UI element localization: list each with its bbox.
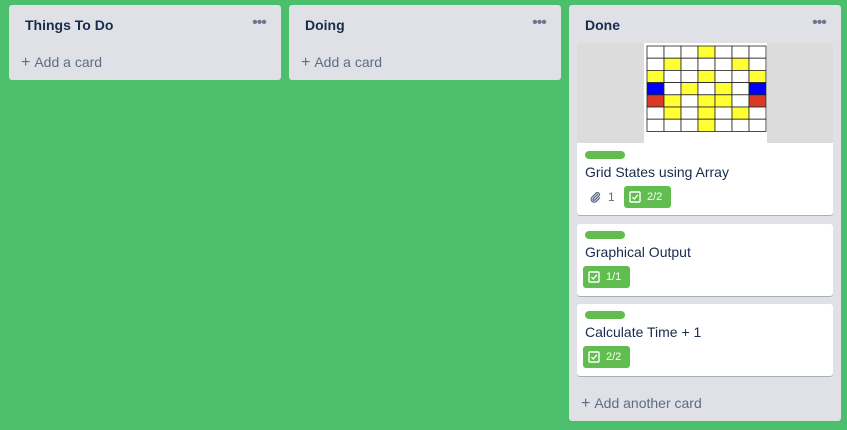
grid-cell	[714, 106, 733, 120]
checklist-count: 2/2	[647, 191, 663, 203]
grid-cell	[748, 118, 767, 132]
grid-cell	[714, 45, 733, 59]
add-card-label: Add a card	[34, 54, 103, 70]
grid-cell	[748, 57, 767, 71]
grid-cell	[646, 106, 665, 120]
grid-cell	[663, 69, 682, 83]
plus-icon: +	[21, 54, 31, 71]
card-title: Graphical Output	[585, 244, 691, 260]
cover-image	[644, 43, 767, 143]
list-things-to-do: Things To Do ••• + Add a card	[9, 5, 281, 80]
list-doing: Doing ••• + Add a card	[289, 5, 561, 80]
grid-cell	[714, 94, 733, 108]
plus-icon: +	[581, 395, 591, 412]
grid-cell	[646, 57, 665, 71]
grid-cell	[680, 118, 699, 132]
attachment-badge: 1	[585, 186, 621, 208]
card-cover	[577, 43, 833, 143]
grid-cell	[663, 82, 682, 96]
list-title[interactable]: Doing	[305, 17, 345, 33]
grid-cell	[697, 118, 716, 132]
grid-states-image	[646, 45, 767, 132]
grid-cell	[663, 94, 682, 108]
list-header: Doing •••	[289, 5, 561, 45]
grid-cell	[731, 118, 750, 132]
grid-cell	[680, 106, 699, 120]
add-card-button[interactable]: + Add a card	[21, 50, 273, 74]
card-label[interactable]	[585, 311, 625, 319]
card-calculate-time[interactable]: Calculate Time + 1 2/2	[577, 304, 833, 376]
grid-cell	[697, 106, 716, 120]
grid-cell	[748, 94, 767, 108]
grid-cell	[731, 57, 750, 71]
grid-cell	[731, 106, 750, 120]
grid-cell	[697, 69, 716, 83]
checklist-badge: 2/2	[583, 346, 630, 368]
grid-cell	[663, 106, 682, 120]
grid-cell	[646, 118, 665, 132]
checklist-count: 1/1	[606, 271, 622, 283]
grid-cell	[646, 45, 665, 59]
grid-cell	[663, 45, 682, 59]
list-header: Things To Do •••	[9, 5, 281, 45]
card-title: Grid States using Array	[585, 164, 729, 180]
list-done: Done ••• Grid States using Array 1 2/2 G…	[569, 5, 841, 421]
grid-cell	[697, 45, 716, 59]
grid-cell	[680, 69, 699, 83]
grid-cell	[697, 82, 716, 96]
grid-cell	[646, 69, 665, 83]
grid-cell	[680, 94, 699, 108]
add-card-label: Add another card	[594, 395, 702, 411]
checklist-count: 2/2	[606, 351, 622, 363]
grid-cell	[748, 106, 767, 120]
card-graphical-output[interactable]: Graphical Output 1/1	[577, 224, 833, 296]
grid-cell	[714, 82, 733, 96]
checklist-icon	[588, 271, 600, 283]
add-card-button[interactable]: + Add a card	[301, 50, 553, 74]
grid-cell	[731, 45, 750, 59]
list-title[interactable]: Done	[585, 17, 620, 33]
grid-cell	[646, 82, 665, 96]
grid-cell	[646, 94, 665, 108]
grid-cell	[714, 57, 733, 71]
grid-cell	[680, 45, 699, 59]
grid-cell	[680, 57, 699, 71]
card-title: Calculate Time + 1	[585, 324, 702, 340]
checklist-badge: 1/1	[583, 266, 630, 288]
grid-cell	[697, 57, 716, 71]
grid-cell	[731, 94, 750, 108]
more-options-icon[interactable]: •••	[807, 13, 831, 37]
add-another-card-button[interactable]: + Add another card	[581, 391, 833, 415]
attachment-count: 1	[608, 190, 615, 204]
card-label[interactable]	[585, 151, 625, 159]
list-header: Done •••	[569, 5, 841, 45]
card-grid-states[interactable]: Grid States using Array 1 2/2	[577, 43, 833, 215]
plus-icon: +	[301, 54, 311, 71]
grid-cell	[663, 118, 682, 132]
grid-cell	[680, 82, 699, 96]
add-card-label: Add a card	[314, 54, 383, 70]
checklist-icon	[629, 191, 641, 203]
grid-cell	[748, 82, 767, 96]
checklist-badge: 2/2	[624, 186, 671, 208]
grid-cell	[663, 57, 682, 71]
checklist-icon	[588, 351, 600, 363]
grid-cell	[731, 82, 750, 96]
grid-cell	[731, 69, 750, 83]
card-label[interactable]	[585, 231, 625, 239]
board: Things To Do ••• + Add a card Doing ••• +…	[0, 0, 847, 430]
more-options-icon[interactable]: •••	[247, 13, 271, 37]
more-options-icon[interactable]: •••	[527, 13, 551, 37]
list-title[interactable]: Things To Do	[25, 17, 113, 33]
grid-cell	[748, 45, 767, 59]
paperclip-icon	[590, 191, 601, 203]
grid-cell	[714, 118, 733, 132]
grid-cell	[697, 94, 716, 108]
grid-cell	[748, 69, 767, 83]
grid-cell	[714, 69, 733, 83]
